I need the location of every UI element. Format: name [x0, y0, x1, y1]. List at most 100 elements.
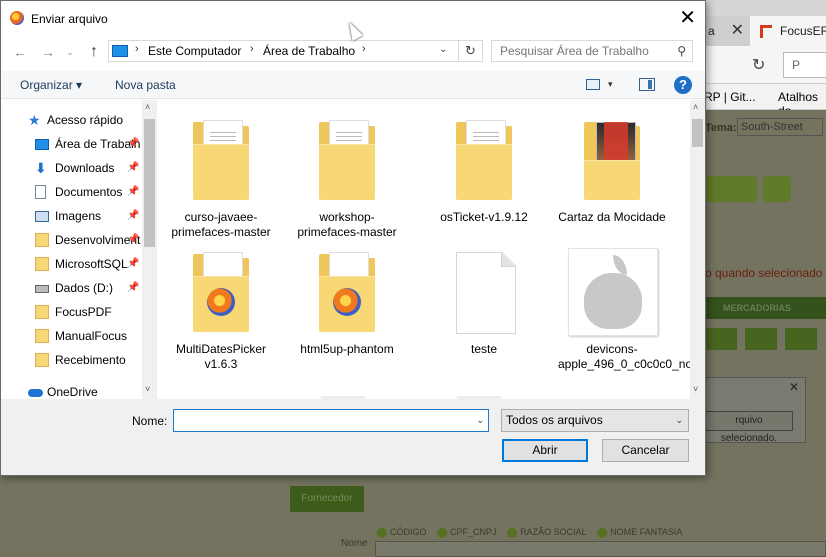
close-icon[interactable]: ✕ [679, 8, 696, 28]
file-list-scrollbar[interactable]: ˄ ˅ [690, 100, 705, 399]
sidebar-item-label: Imagens [55, 209, 102, 223]
sidebar-item-downloads[interactable]: ⬇ Downloads 📌 [1, 156, 141, 180]
folder-icon [35, 257, 49, 271]
green-button-3[interactable] [785, 328, 817, 350]
focus-logo-icon [760, 25, 772, 38]
recent-locations-icon[interactable]: ⌄ [60, 41, 80, 63]
sidebar-item-manualfocus[interactable]: ManualFocus [1, 324, 141, 348]
sidebar-scrollbar[interactable]: ˄ ˅ [142, 100, 157, 399]
green-button-1[interactable] [705, 328, 737, 350]
breadcrumb-separator[interactable]: › [250, 43, 254, 55]
scrollbar-thumb[interactable] [692, 119, 703, 147]
sidebar-item-documentos[interactable]: Documentos 📌 [1, 180, 141, 204]
preview-pane-icon[interactable] [639, 78, 655, 91]
app-icon-row [705, 172, 825, 208]
close-icon[interactable]: ✕ [731, 16, 744, 46]
organizar-button[interactable]: Organizar ▾ [20, 78, 82, 92]
scroll-up-icon[interactable]: ˄ [145, 102, 150, 112]
file-item[interactable]: html5up-phantom [293, 236, 401, 366]
breadcrumb-separator[interactable]: › [362, 43, 366, 55]
view-dropdown-icon[interactable]: ▾ [608, 79, 613, 90]
pin-icon[interactable]: 📌 [127, 156, 139, 180]
sidebar-item-label: Dados (D:) [55, 281, 114, 295]
open-button[interactable]: Abrir [502, 439, 588, 462]
radio-razao[interactable]: RAZÃO SOCIAL [507, 527, 587, 538]
sidebar-item-onedrive[interactable]: OneDrive [1, 380, 141, 399]
sidebar-item-imagens[interactable]: Imagens 📌 [1, 204, 141, 228]
dialog-toolbar: Organizar ▾ Nova pasta ▾ ? [1, 71, 705, 99]
pin-icon[interactable]: 📌 [127, 276, 139, 300]
pin-icon[interactable]: 📌 [127, 180, 139, 204]
radio-fantasia[interactable]: NOME FANTASIA [597, 527, 682, 538]
chevron-down-icon: ⌄ [675, 415, 683, 425]
search-input[interactable] [492, 41, 667, 61]
file-type-select[interactable]: Todos os arquivos ⌄ [501, 409, 689, 432]
chevron-down-icon[interactable]: ⌄ [476, 415, 484, 426]
address-dropdown-icon[interactable]: ⌄ [439, 44, 447, 55]
pin-icon[interactable]: 📌 [127, 132, 139, 156]
scroll-down-icon[interactable]: ˅ [145, 384, 150, 394]
sidebar-item-desenvolvimento[interactable]: Desenvolvimento 📌 [1, 228, 141, 252]
view-mode-icon[interactable] [586, 79, 600, 90]
reload-icon[interactable]: ↻ [752, 55, 765, 75]
bookmark-erp[interactable]: RP | Git... [704, 90, 756, 104]
file-name: devicons-apple_496_0_c0c0c0_none [558, 342, 690, 371]
back-arrow-icon[interactable]: ← [10, 41, 30, 63]
popup-close-icon[interactable]: ✕ [789, 380, 799, 394]
file-item[interactable]: workshop-primefaces-master [293, 104, 401, 239]
popup-file-button[interactable]: rquivo selecionado. [705, 411, 793, 444]
green-button-2[interactable] [745, 328, 777, 350]
file-item[interactable]: curso-javaee-primefaces-master [167, 104, 275, 239]
name-label: Nome: [132, 414, 168, 428]
file-item[interactable]: teste [430, 236, 538, 366]
file-item[interactable]: osTicket-v1.9.12 [430, 104, 538, 234]
radio-codigo[interactable]: CÓDIGO [377, 527, 427, 538]
up-arrow-icon[interactable]: ↑ [84, 41, 104, 63]
browser-tab-1-label: a [708, 24, 715, 38]
breadcrumb-este-computador[interactable]: Este Computador [148, 44, 241, 58]
scrollbar-thumb[interactable] [144, 119, 155, 247]
search-icon[interactable]: ⚲ [677, 44, 686, 58]
sidebar-item-recebimento[interactable]: Recebimento [1, 348, 141, 372]
browser-search-box[interactable]: P [783, 52, 826, 78]
pictures-icon [35, 211, 49, 222]
sidebar-item-focuspdf[interactable]: FocusPDF [1, 300, 141, 324]
status-message: o quando selecionado [705, 266, 823, 280]
folder-firefox-icon [311, 248, 383, 334]
file-item[interactable]: devicons-apple_496_0_c0c0c0_none [558, 236, 690, 371]
radio-cpf[interactable]: CPF_CNPJ [437, 527, 497, 538]
sidebar-item-microsoftsql[interactable]: MicrosoftSQL 📌 [1, 252, 141, 276]
refresh-icon[interactable]: ↻ [459, 40, 483, 62]
app-icon-3[interactable] [763, 176, 791, 202]
pin-icon[interactable]: 📌 [127, 204, 139, 228]
folder-icon [448, 116, 520, 202]
sidebar-item-label: OneDrive [47, 385, 98, 399]
browser-search-text: P [792, 58, 801, 72]
sidebar-item-dados[interactable]: Dados (D:) 📌 [1, 276, 141, 300]
file-item[interactable]: Cartaz da Mocidade [558, 104, 666, 234]
breadcrumb-area-de-trabalho[interactable]: Área de Trabalho [263, 44, 355, 58]
tema-select[interactable]: South-Street [737, 118, 823, 136]
browser-tab-1[interactable]: a ✕ [700, 16, 750, 46]
cancel-button[interactable]: Cancelar [602, 439, 689, 462]
browser-tab-focuserp[interactable]: FocusER [750, 16, 826, 46]
address-bar[interactable]: › Este Computador › Área de Trabalho › [108, 40, 459, 62]
forward-arrow-icon[interactable]: → [38, 41, 58, 63]
document-icon [35, 185, 46, 199]
file-name: teste [470, 342, 497, 356]
app-icon-2[interactable] [729, 176, 757, 202]
bg-nome-input[interactable] [375, 541, 826, 557]
breadcrumb-separator[interactable]: › [135, 43, 139, 55]
pin-icon[interactable]: 📌 [127, 252, 139, 276]
fornecedor-button[interactable]: Fornecedor [290, 486, 364, 512]
folder-icon [185, 116, 257, 202]
file-name-input[interactable] [174, 410, 470, 431]
sidebar-item-area-de-trabalho[interactable]: Área de Trabalho 📌 [1, 132, 141, 156]
help-icon[interactable]: ? [674, 76, 692, 94]
pin-icon[interactable]: 📌 [127, 228, 139, 252]
file-item[interactable]: MultiDatesPicker v1.6.3 [167, 236, 275, 371]
scroll-up-icon[interactable]: ˄ [693, 102, 698, 112]
sidebar-item-acesso-rapido[interactable]: ★ Acesso rápido [1, 108, 141, 132]
scroll-down-icon[interactable]: ˅ [693, 384, 698, 394]
nova-pasta-button[interactable]: Nova pasta [115, 78, 176, 92]
